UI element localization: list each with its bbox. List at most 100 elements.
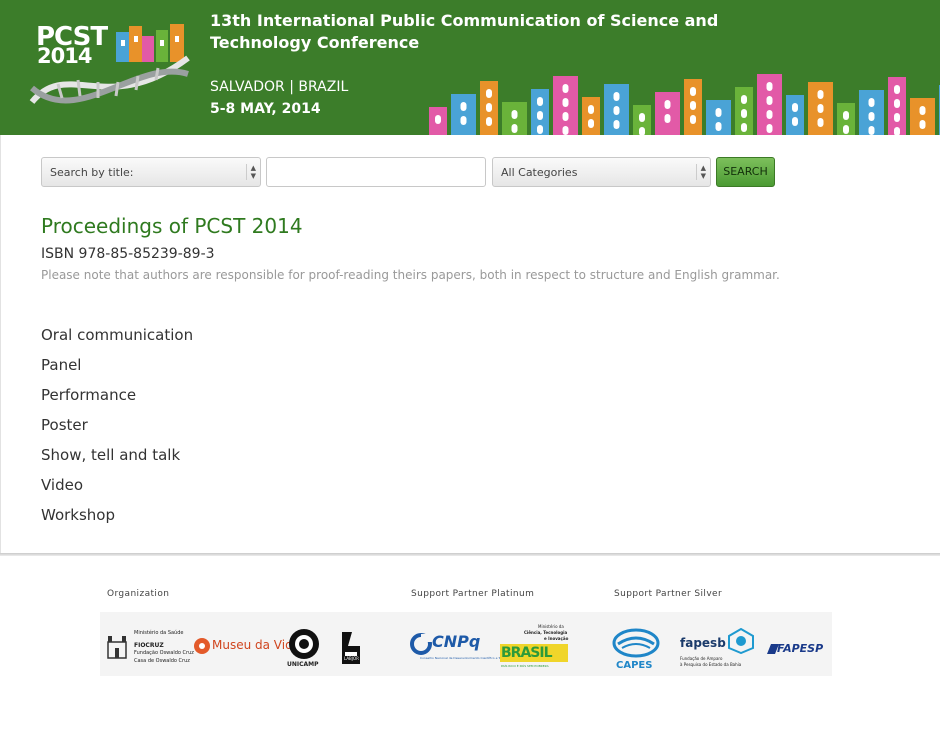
fapesb-logo[interactable]: fapesb Fundação de Amparo à Pesquisa do … (680, 628, 756, 672)
cnpq-logo[interactable]: CNPq Conselho Nacional de Desenvolviment… (410, 630, 516, 670)
house-window (537, 125, 543, 134)
house-shape (910, 98, 935, 135)
house-shape (655, 92, 680, 135)
category-selected: All Categories (501, 166, 578, 179)
pcst-logo[interactable]: PCST 2014 (28, 18, 198, 118)
labjor-logo[interactable]: LABJOR (338, 630, 368, 670)
cnpq-name: CNPq (432, 632, 481, 651)
organization-label: Organization (107, 589, 170, 599)
author-note: Please note that authors are responsible… (41, 268, 780, 282)
house-shape (451, 94, 476, 135)
fiocruz-logo[interactable]: Ministério da Saúde FIOCRUZ Fundação Osw… (106, 630, 194, 670)
house-window (537, 97, 543, 106)
house-window (919, 120, 926, 129)
category-link-oral-communication[interactable]: Oral communication (41, 325, 193, 355)
capes-logo[interactable]: CAPES (612, 628, 664, 672)
search-input[interactable] (266, 157, 486, 187)
site-header: PCST 2014 13th International Public Comm… (0, 0, 940, 135)
house-window (639, 113, 645, 122)
house-window (868, 126, 875, 135)
house-window (817, 90, 824, 99)
house-window (460, 102, 467, 111)
house-window (817, 118, 824, 127)
house-window (690, 101, 696, 110)
conference-title: 13th International Public Communication … (210, 11, 719, 52)
house-window (588, 105, 594, 114)
house-window (562, 126, 569, 135)
house-window (894, 99, 900, 108)
fapesb-sub1: Fundação de Amparo (680, 656, 723, 661)
brasil-ministry-1: Ministério da (538, 624, 564, 629)
category-link-poster[interactable]: Poster (41, 415, 193, 445)
house-window (690, 115, 696, 124)
sponsor-logos: Ministério da Saúde FIOCRUZ Fundação Osw… (100, 612, 832, 676)
category-link-workshop[interactable]: Workshop (41, 505, 193, 535)
brasil-name: BRASIL (501, 645, 552, 661)
house-shape (582, 97, 600, 135)
house-window (613, 120, 620, 129)
house-window (792, 117, 798, 126)
house-window (486, 103, 492, 112)
museu-da-vida-logo[interactable]: Museu da Vida (192, 634, 300, 658)
select-arrows-icon: ▲ ▼ (696, 164, 706, 180)
house-window (664, 100, 671, 109)
cnpq-swirl-icon (410, 633, 432, 655)
category-link-video[interactable]: Video (41, 475, 193, 505)
search-button[interactable]: SEARCH (716, 157, 775, 187)
category-link-performance[interactable]: Performance (41, 385, 193, 415)
house-window (537, 111, 543, 120)
house-window (741, 123, 747, 132)
unicamp-name: UNICAMP (287, 661, 319, 668)
conference-location: SALVADOR | BRAZIL (210, 79, 349, 95)
logo-year: 2014 (37, 44, 92, 68)
house-window (843, 111, 849, 120)
category-link-show-tell-talk[interactable]: Show, tell and talk (41, 445, 193, 475)
house-window (435, 115, 441, 124)
house-window (613, 106, 620, 115)
brasil-government-logo[interactable]: Ministério da Ciência, Tecnologia e Inov… (498, 624, 570, 674)
house-window (690, 87, 696, 96)
footer-divider (0, 553, 940, 556)
unicamp-logo[interactable]: UNICAMP (284, 628, 326, 672)
search-field-select[interactable]: Search by title: ▲ ▼ (41, 157, 261, 187)
house-window (894, 127, 900, 135)
fiocruz-ministry: Ministério da Saúde (134, 630, 184, 636)
house-window (562, 98, 569, 107)
labjor-name: LABJOR (344, 656, 359, 661)
house-window (562, 84, 569, 93)
house-window (511, 124, 518, 133)
category-link-panel[interactable]: Panel (41, 355, 193, 385)
house-window (639, 127, 645, 135)
house-window (766, 82, 773, 91)
brasil-slogan: PAÍS RICO É PAÍS SEM POBREZA (501, 664, 549, 668)
select-arrows-icon: ▲ ▼ (246, 164, 256, 180)
category-select[interactable]: All Categories ▲ ▼ (492, 157, 711, 187)
house-window (562, 112, 569, 121)
house-shape (786, 95, 804, 135)
content-border (0, 135, 1, 555)
category-list: Oral communication Panel Performance Pos… (41, 325, 193, 535)
fapesb-emblem-icon (728, 628, 754, 654)
house-window (486, 89, 492, 98)
colorful-houses-banner (429, 74, 940, 135)
house-window (664, 114, 671, 123)
house-window (792, 103, 798, 112)
house-window (741, 95, 747, 104)
house-window (460, 116, 467, 125)
brasil-ministry-2: Ciência, Tecnologia (524, 630, 568, 635)
page-title: Proceedings of PCST 2014 (41, 214, 303, 238)
house-window (766, 124, 773, 133)
unicamp-emblem-icon (289, 629, 319, 659)
house-window (843, 125, 849, 134)
house-window (868, 98, 875, 107)
silver-label: Support Partner Silver (614, 589, 723, 599)
capes-name: CAPES (616, 660, 653, 671)
platinum-label: Support Partner Platinum (411, 589, 535, 599)
house-window (486, 117, 492, 126)
fapesp-logo[interactable]: FAPESP (765, 640, 831, 660)
fiocruz-sub1: Fundação Oswaldo Cruz (134, 650, 194, 656)
fapesp-name: FAPESP (777, 642, 824, 655)
fiocruz-sub2: Casa de Oswaldo Cruz (134, 658, 190, 664)
fapesb-name: fapesb (680, 636, 726, 650)
conference-date: 5-8 MAY, 2014 (210, 101, 321, 117)
